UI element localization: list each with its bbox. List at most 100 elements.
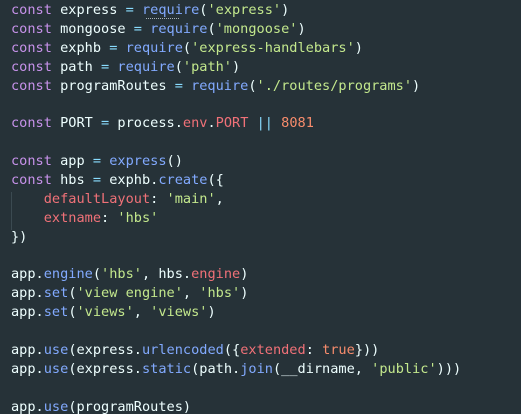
- code-token: ,: [133, 304, 151, 321]
- code-token: exphb.: [101, 172, 159, 189]
- code-line[interactable]: app.engine('hbs', hbs.engine): [11, 265, 461, 284]
- code-token: require: [191, 77, 249, 94]
- code-token: const: [11, 58, 52, 75]
- code-token: 'mongoose': [215, 20, 298, 37]
- code-token: const: [11, 20, 52, 37]
- code-token: :: [150, 190, 167, 207]
- code-token: static: [141, 360, 192, 377]
- code-token: express: [109, 153, 167, 170]
- code-token: 'main': [166, 190, 216, 207]
- code-token: ||: [256, 115, 273, 132]
- code-line[interactable]: app.use(programRoutes): [11, 398, 461, 414]
- code-token: ): [240, 285, 249, 302]
- code-token: ): [354, 39, 363, 56]
- code-token: process.: [109, 115, 183, 132]
- code-line[interactable]: const mongoose = require('mongoose'): [11, 20, 461, 39]
- code-token: 'hbs': [199, 285, 241, 302]
- code-token: =: [92, 153, 102, 170]
- code-token: path: [51, 58, 102, 75]
- code-token: (: [207, 20, 216, 37]
- code-token: create: [158, 172, 208, 189]
- code-token: engine: [43, 266, 93, 283]
- code-token: const: [11, 77, 52, 94]
- code-token: app: [51, 153, 93, 170]
- code-lines[interactable]: const express = require('express') const …: [11, 1, 461, 414]
- code-token: env: [182, 115, 208, 132]
- code-line[interactable]: const app = express(): [11, 152, 461, 171]
- code-line[interactable]: [11, 247, 461, 266]
- code-token: use: [43, 342, 69, 359]
- code-line[interactable]: [11, 379, 461, 398]
- code-line[interactable]: const path = require('path'): [11, 58, 461, 77]
- code-line[interactable]: app.use(express.static(path.join(__dirna…: [11, 360, 461, 379]
- code-token: app.: [11, 398, 44, 414]
- code-line[interactable]: [11, 133, 461, 152]
- code-token: (path.: [191, 360, 241, 377]
- code-token: extended: [240, 342, 306, 359]
- code-token: (express.: [68, 342, 142, 359]
- code-token: ): [281, 2, 290, 18]
- code-token: app.: [11, 342, 44, 359]
- code-token: :: [101, 209, 118, 226]
- code-token: (express.: [68, 360, 142, 377]
- code-token: , hbs.: [141, 266, 192, 283]
- code-token: (programRoutes): [68, 398, 192, 414]
- code-token: 'path': [182, 58, 232, 75]
- code-token: 'view engine': [76, 285, 183, 302]
- code-token: exphb: [51, 39, 110, 56]
- code-token: 'hbs': [101, 266, 142, 283]
- code-line[interactable]: const exphb = require('express-handlebar…: [11, 39, 461, 58]
- code-editor[interactable]: const express = require('express') const …: [0, 0, 521, 414]
- code-line[interactable]: const express = require('express'): [11, 1, 461, 20]
- code-line[interactable]: [11, 95, 461, 114]
- code-token: const: [11, 153, 52, 170]
- code-token: ({: [207, 172, 224, 189]
- code-token: (: [68, 304, 77, 321]
- code-line[interactable]: [11, 322, 461, 341]
- code-line[interactable]: const PORT = process.env.PORT || 8081: [11, 114, 461, 133]
- code-token: :: [305, 342, 323, 359]
- code-line[interactable]: extname: 'hbs': [11, 209, 461, 228]
- code-token: hbs: [51, 172, 93, 189]
- code-line[interactable]: }): [11, 228, 461, 247]
- code-token: (): [166, 153, 183, 170]
- code-token: app.: [11, 360, 44, 377]
- code-token: ): [207, 304, 216, 321]
- code-token: (: [182, 39, 192, 56]
- code-token: 'views': [76, 304, 134, 321]
- code-token: (: [174, 58, 183, 75]
- code-token: 'public': [371, 360, 437, 377]
- code-token: 8081: [281, 115, 314, 132]
- code-line[interactable]: const hbs = exphb.create({: [11, 171, 461, 190]
- code-line[interactable]: defaultLayout: 'main',: [11, 190, 461, 209]
- code-token: defaultLayout: [43, 190, 151, 207]
- code-token: express: [51, 2, 126, 18]
- code-token: './routes/programs': [256, 77, 413, 94]
- code-token: engine: [191, 266, 241, 283]
- code-token: const: [11, 115, 52, 132]
- code-token: ,: [182, 285, 200, 302]
- code-token: 'express-handlebars': [191, 39, 355, 56]
- code-token: PORT: [215, 115, 249, 132]
- code-token: app.: [11, 266, 44, 283]
- code-token: mongoose: [51, 20, 134, 37]
- code-line[interactable]: app.set('views', 'views'): [11, 303, 461, 322]
- code-token: (__dirname,: [272, 360, 372, 377]
- code-token: ): [240, 266, 249, 283]
- code-line[interactable]: const programRoutes = require('./routes/…: [11, 77, 461, 96]
- code-token: true: [322, 342, 355, 359]
- code-token: ({: [223, 342, 241, 359]
- code-token: ): [232, 58, 241, 75]
- code-token: 'hbs': [117, 209, 159, 226]
- code-line[interactable]: app.use(express.urlencoded({extended: tr…: [11, 341, 461, 360]
- code-token: require: [125, 39, 183, 56]
- code-token: set: [43, 304, 69, 321]
- code-token: (: [248, 77, 257, 94]
- code-token: =: [92, 172, 102, 189]
- code-token: urlencoded: [141, 342, 224, 359]
- code-line[interactable]: app.set('view engine', 'hbs'): [11, 284, 461, 303]
